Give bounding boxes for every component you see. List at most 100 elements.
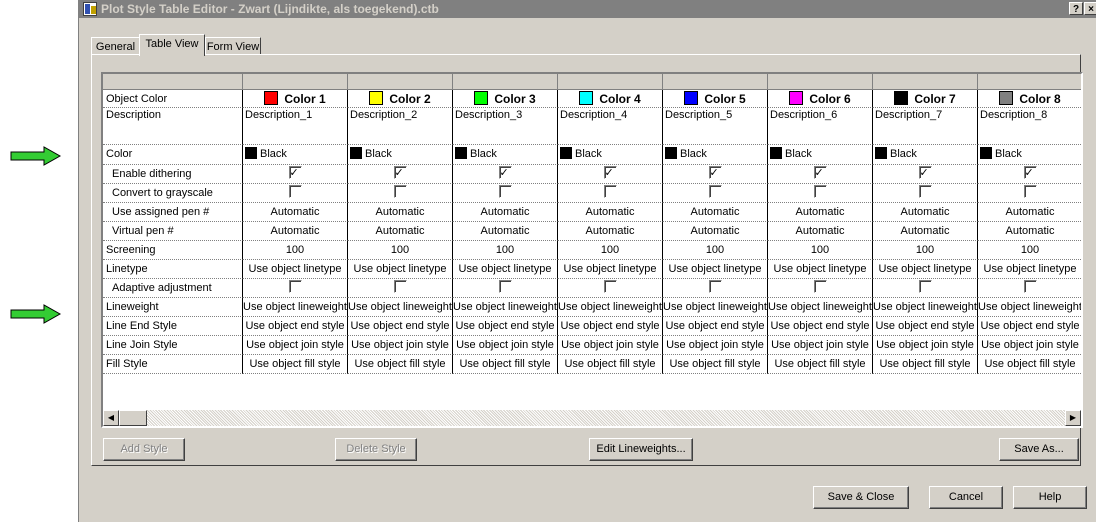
fill-style-cell[interactable]: Use object fill style (453, 355, 558, 374)
enable-dithering-checkbox[interactable] (813, 165, 827, 182)
fill-style-cell[interactable]: Use object fill style (663, 355, 768, 374)
line-join-style-cell[interactable]: Use object join style (558, 336, 663, 355)
screening-cell[interactable]: 100 (348, 241, 453, 260)
linetype-cell[interactable]: Use object linetype (768, 260, 873, 279)
cancel-button[interactable]: Cancel (929, 486, 1003, 509)
linetype-cell[interactable]: Use object linetype (243, 260, 348, 279)
adaptive-adjustment-checkbox[interactable] (288, 280, 302, 293)
line-join-style-cell[interactable]: Use object join style (873, 336, 978, 355)
object-color-cell[interactable]: Color 3 (453, 90, 558, 108)
lineweight-cell[interactable]: Use object lineweight (243, 298, 348, 317)
line-end-style-cell[interactable]: Use object end style (453, 317, 558, 336)
use-assigned-pen-cell[interactable]: Automatic (558, 203, 663, 222)
color-cell[interactable]: Black (453, 145, 558, 165)
line-end-style-cell[interactable]: Use object end style (663, 317, 768, 336)
use-assigned-pen-cell[interactable]: Automatic (873, 203, 978, 222)
color-cell[interactable]: Black (768, 145, 873, 165)
virtual-pen-cell[interactable]: Automatic (453, 222, 558, 241)
description-cell[interactable]: Description_1 (243, 108, 348, 145)
line-end-style-cell[interactable]: Use object end style (873, 317, 978, 336)
save-close-button[interactable]: Save & Close (813, 486, 909, 509)
virtual-pen-cell[interactable]: Automatic (663, 222, 768, 241)
linetype-cell[interactable]: Use object linetype (558, 260, 663, 279)
help-button[interactable]: Help (1013, 486, 1087, 509)
linetype-cell[interactable]: Use object linetype (978, 260, 1081, 279)
use-assigned-pen-cell[interactable]: Automatic (663, 203, 768, 222)
color-cell[interactable]: Black (558, 145, 663, 165)
line-join-style-cell[interactable]: Use object join style (663, 336, 768, 355)
fill-style-cell[interactable]: Use object fill style (978, 355, 1081, 374)
column-header-5[interactable] (663, 74, 768, 90)
line-join-style-cell[interactable]: Use object join style (243, 336, 348, 355)
use-assigned-pen-cell[interactable]: Automatic (453, 203, 558, 222)
screening-cell[interactable]: 100 (873, 241, 978, 260)
column-header-3[interactable] (453, 74, 558, 90)
virtual-pen-cell[interactable]: Automatic (978, 222, 1081, 241)
linetype-cell[interactable]: Use object linetype (348, 260, 453, 279)
virtual-pen-cell[interactable]: Automatic (558, 222, 663, 241)
linetype-cell[interactable]: Use object linetype (663, 260, 768, 279)
linetype-cell[interactable]: Use object linetype (453, 260, 558, 279)
enable-dithering-checkbox[interactable] (603, 165, 617, 182)
screening-cell[interactable]: 100 (453, 241, 558, 260)
delete-style-button[interactable]: Delete Style (335, 438, 417, 461)
virtual-pen-cell[interactable]: Automatic (348, 222, 453, 241)
enable-dithering-checkbox[interactable] (918, 165, 932, 182)
enable-dithering-checkbox[interactable] (498, 165, 512, 182)
convert-grayscale-checkbox[interactable] (708, 185, 722, 198)
tab-form-view[interactable]: Form View (205, 37, 261, 55)
fill-style-cell[interactable]: Use object fill style (348, 355, 453, 374)
enable-dithering-checkbox[interactable] (288, 165, 302, 182)
column-header-1[interactable] (243, 74, 348, 90)
description-cell[interactable]: Description_6 (768, 108, 873, 145)
convert-grayscale-checkbox[interactable] (1023, 185, 1037, 198)
line-join-style-cell[interactable]: Use object join style (348, 336, 453, 355)
convert-grayscale-checkbox[interactable] (288, 185, 302, 198)
object-color-cell[interactable]: Color 7 (873, 90, 978, 108)
convert-grayscale-checkbox[interactable] (813, 185, 827, 198)
screening-cell[interactable]: 100 (768, 241, 873, 260)
use-assigned-pen-cell[interactable]: Automatic (768, 203, 873, 222)
use-assigned-pen-cell[interactable]: Automatic (978, 203, 1081, 222)
convert-grayscale-checkbox[interactable] (393, 185, 407, 198)
enable-dithering-checkbox[interactable] (393, 165, 407, 182)
column-header-6[interactable] (768, 74, 873, 90)
fill-style-cell[interactable]: Use object fill style (768, 355, 873, 374)
scroll-right-icon[interactable]: ▶ (1065, 410, 1081, 426)
adaptive-adjustment-checkbox[interactable] (813, 280, 827, 293)
adaptive-adjustment-checkbox[interactable] (918, 280, 932, 293)
convert-grayscale-checkbox[interactable] (603, 185, 617, 198)
object-color-cell[interactable]: Color 5 (663, 90, 768, 108)
lineweight-cell[interactable]: Use object lineweight (348, 298, 453, 317)
title-bar[interactable]: Plot Style Table Editor - Zwart (Lijndik… (79, 0, 1096, 18)
screening-cell[interactable]: 100 (978, 241, 1081, 260)
object-color-cell[interactable]: Color 1 (243, 90, 348, 108)
tab-table-view[interactable]: Table View (139, 34, 205, 56)
lineweight-cell[interactable]: Use object lineweight (453, 298, 558, 317)
scroll-left-icon[interactable]: ◀ (103, 410, 119, 426)
line-end-style-cell[interactable]: Use object end style (558, 317, 663, 336)
add-style-button[interactable]: Add Style (103, 438, 185, 461)
scroll-thumb[interactable] (119, 410, 147, 426)
column-header-4[interactable] (558, 74, 663, 90)
color-cell[interactable]: Black (873, 145, 978, 165)
virtual-pen-cell[interactable]: Automatic (873, 222, 978, 241)
object-color-cell[interactable]: Color 4 (558, 90, 663, 108)
lineweight-cell[interactable]: Use object lineweight (663, 298, 768, 317)
adaptive-adjustment-checkbox[interactable] (708, 280, 722, 293)
object-color-cell[interactable]: Color 2 (348, 90, 453, 108)
adaptive-adjustment-checkbox[interactable] (603, 280, 617, 293)
save-as-button[interactable]: Save As... (999, 438, 1079, 461)
adaptive-adjustment-checkbox[interactable] (1023, 280, 1037, 293)
close-icon[interactable]: × (1084, 2, 1096, 15)
color-cell[interactable]: Black (663, 145, 768, 165)
adaptive-adjustment-checkbox[interactable] (393, 280, 407, 293)
object-color-cell[interactable]: Color 6 (768, 90, 873, 108)
virtual-pen-cell[interactable]: Automatic (243, 222, 348, 241)
line-join-style-cell[interactable]: Use object join style (978, 336, 1081, 355)
fill-style-cell[interactable]: Use object fill style (873, 355, 978, 374)
screening-cell[interactable]: 100 (243, 241, 348, 260)
virtual-pen-cell[interactable]: Automatic (768, 222, 873, 241)
column-header-2[interactable] (348, 74, 453, 90)
description-cell[interactable]: Description_2 (348, 108, 453, 145)
